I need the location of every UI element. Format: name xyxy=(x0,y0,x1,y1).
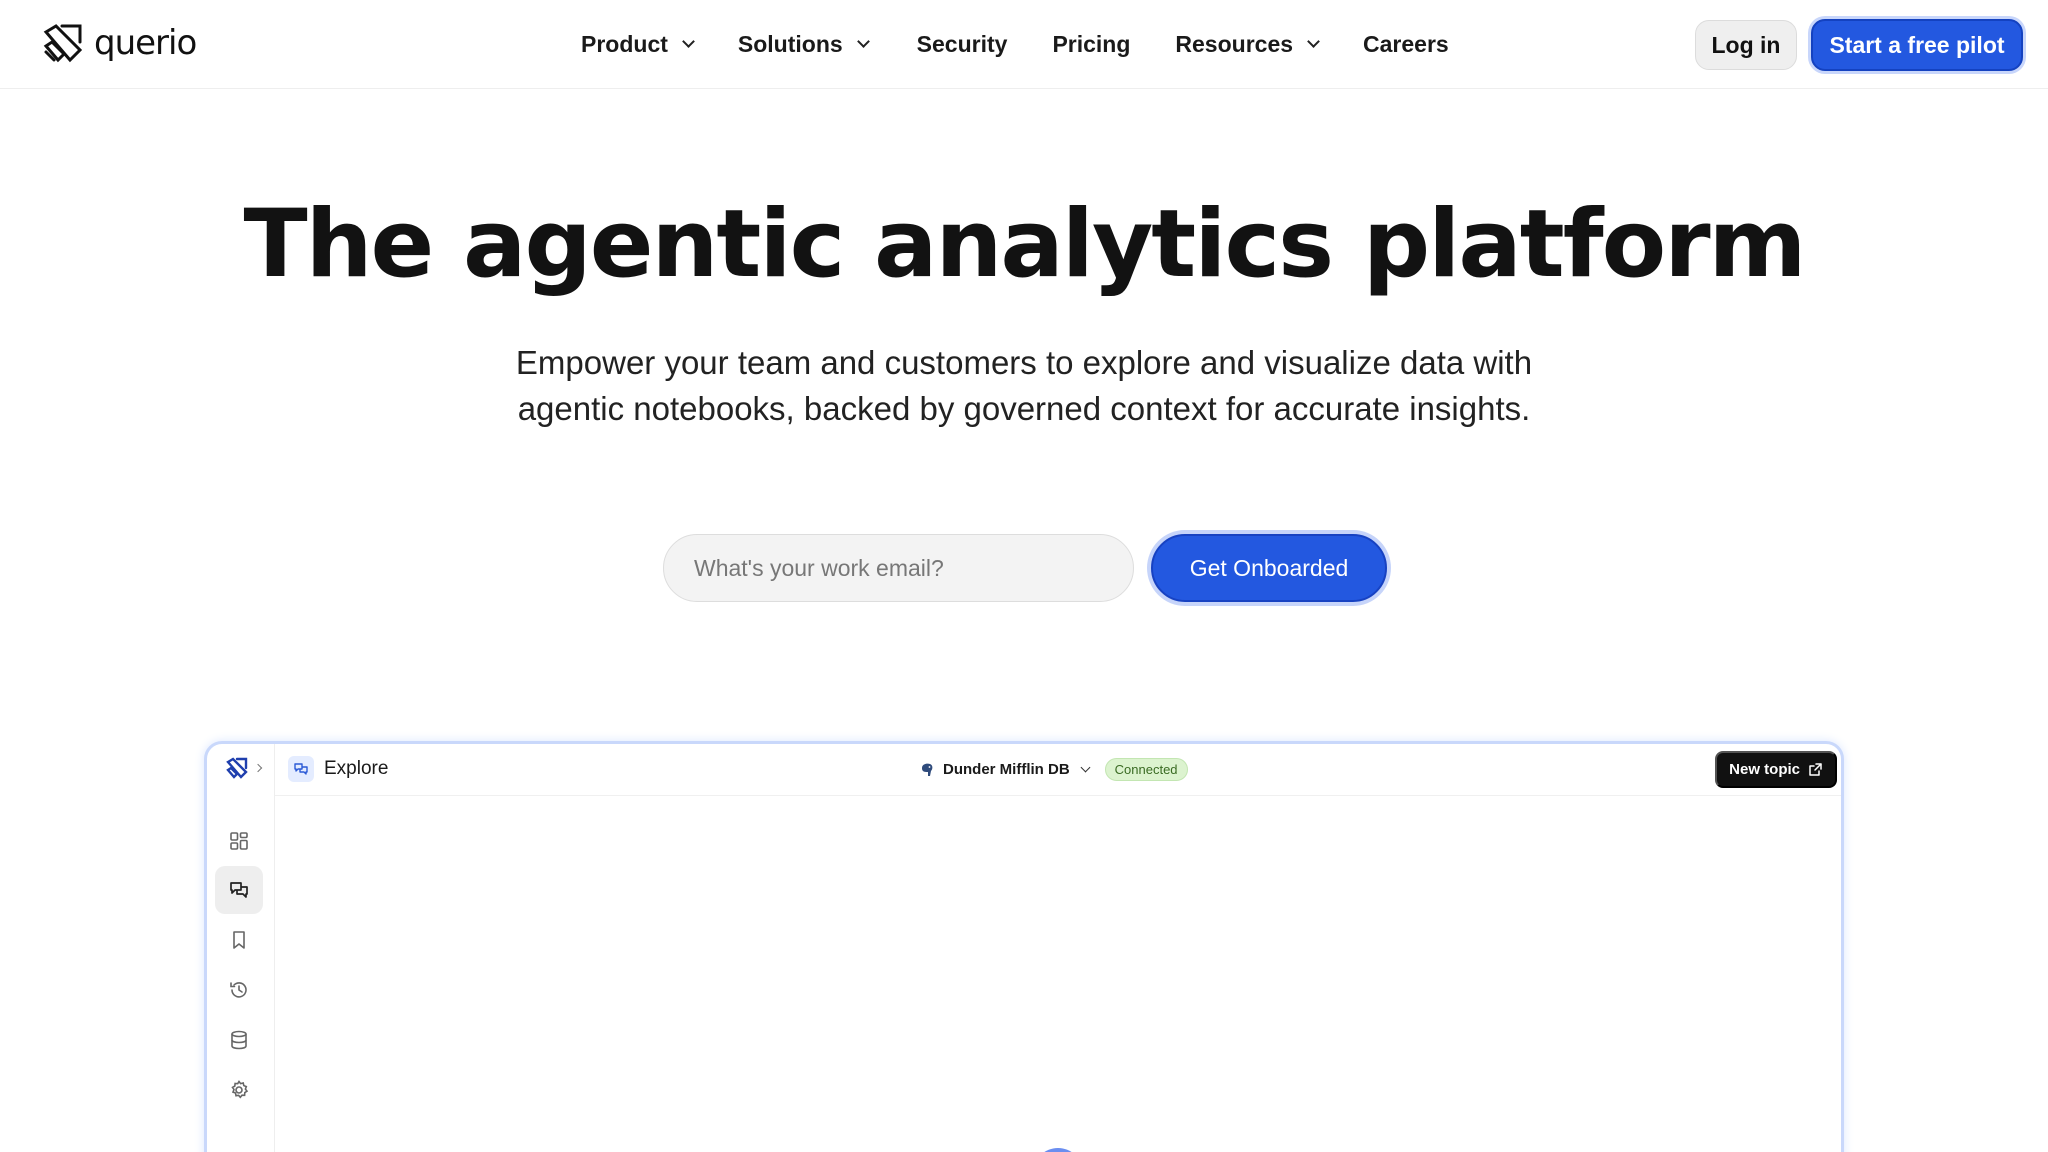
chevron-down-icon xyxy=(1080,762,1091,773)
grid-icon xyxy=(230,832,248,850)
chevron-down-icon xyxy=(856,34,870,48)
assistant-orb xyxy=(1033,1148,1083,1152)
app-sidebar xyxy=(207,744,275,1152)
nav-careers[interactable]: Careers xyxy=(1363,24,1449,64)
explore-label: Explore xyxy=(324,758,389,779)
start-pilot-button[interactable]: Start a free pilot xyxy=(1811,19,2023,71)
nav-product[interactable]: Product xyxy=(581,24,695,64)
chevron-right-icon xyxy=(253,763,263,773)
external-link-icon xyxy=(1809,763,1822,776)
hero-subtitle: Empower your team and customers to explo… xyxy=(424,340,1624,432)
work-email-input[interactable] xyxy=(663,534,1134,602)
nav-pricing-label: Pricing xyxy=(1052,30,1131,57)
explore-header: Explore xyxy=(288,756,388,782)
querio-logo-icon xyxy=(226,757,248,779)
chevron-down-icon xyxy=(682,34,695,48)
nav-security-label: Security xyxy=(916,30,1008,57)
app-toolbar: Explore Dunder Mifflin DB Connected New … xyxy=(275,744,1841,796)
hero-title: The agentic analytics platform xyxy=(243,190,1807,299)
nav-solutions[interactable]: Solutions xyxy=(737,24,870,64)
database-name: Dunder Mifflin DB xyxy=(943,761,1070,778)
chat-icon xyxy=(230,882,248,898)
connection-status-badge: Connected xyxy=(1104,758,1188,781)
top-navigation: querio Product Solutions Security Pricin… xyxy=(0,0,2048,89)
app-logo[interactable] xyxy=(225,756,263,780)
database-icon xyxy=(231,1030,247,1050)
login-button[interactable]: Log in xyxy=(1695,20,1797,70)
hero-subtitle-line-1: Empower your team and customers to explo… xyxy=(515,344,1533,381)
postgres-elephant-icon xyxy=(922,763,933,776)
bookmark-icon xyxy=(233,931,245,949)
chat-icon xyxy=(288,756,314,782)
get-onboarded-button[interactable]: Get Onboarded xyxy=(1151,534,1387,602)
brand-logo[interactable]: querio xyxy=(42,22,197,64)
sidebar-history[interactable] xyxy=(215,966,263,1014)
nav-pricing[interactable]: Pricing xyxy=(1052,24,1130,64)
database-selector[interactable]: Dunder Mifflin DB Connected xyxy=(919,758,1188,781)
hero-subtitle-line-2: agentic notebooks, backed by governed co… xyxy=(517,390,1531,427)
nav-product-label: Product xyxy=(581,30,668,57)
querio-logo-icon xyxy=(43,24,83,63)
main-menu: Product Solutions Security Pricing Resou… xyxy=(581,24,1494,64)
sidebar-data-sources[interactable] xyxy=(215,1016,263,1064)
settings-icon xyxy=(231,1080,249,1099)
sidebar-explore[interactable] xyxy=(215,866,263,914)
nav-resources-label: Resources xyxy=(1175,30,1294,57)
new-topic-label: New topic xyxy=(1729,761,1800,778)
nav-security[interactable]: Security xyxy=(917,24,1008,64)
chevron-down-icon xyxy=(1307,34,1320,48)
sidebar-dashboard[interactable] xyxy=(215,817,263,865)
brand-name: querio xyxy=(94,23,197,63)
nav-resources[interactable]: Resources xyxy=(1175,24,1320,64)
nav-solutions-label: Solutions xyxy=(737,30,843,57)
sidebar-saved[interactable] xyxy=(215,916,263,964)
sidebar-settings[interactable] xyxy=(215,1066,263,1114)
new-topic-button[interactable]: New topic xyxy=(1715,751,1837,788)
nav-careers-label: Careers xyxy=(1363,30,1449,57)
app-preview: Explore Dunder Mifflin DB Connected New … xyxy=(204,741,1844,1152)
history-icon xyxy=(230,982,247,998)
